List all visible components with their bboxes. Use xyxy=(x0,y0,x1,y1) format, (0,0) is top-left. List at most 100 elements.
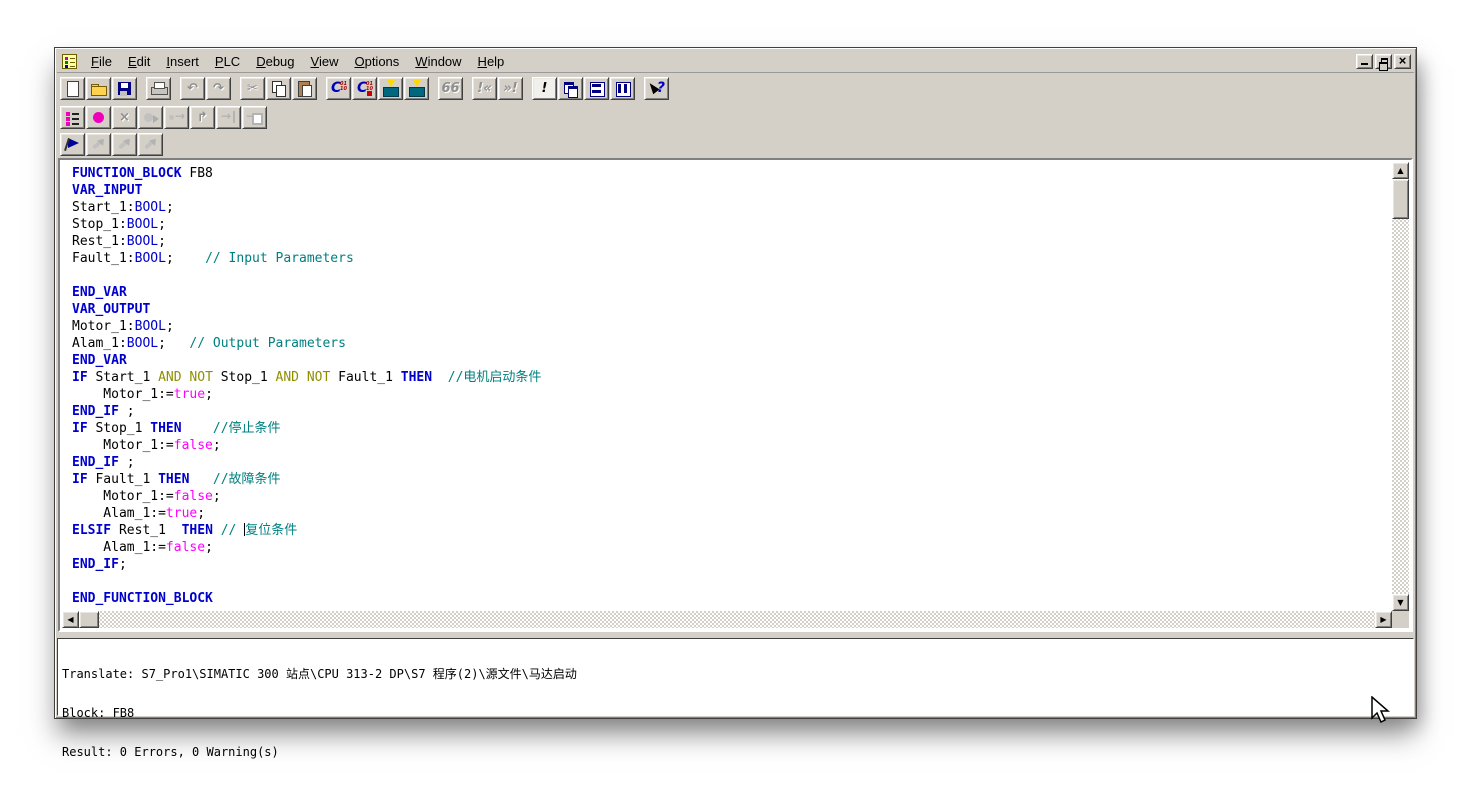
menu-view[interactable]: View xyxy=(303,52,347,71)
compile-all-button[interactable] xyxy=(352,77,377,100)
code-token xyxy=(189,472,212,487)
run-to-cursor-icon xyxy=(168,109,185,126)
menu-options[interactable]: Options xyxy=(346,52,407,71)
control-2-icon xyxy=(116,136,133,153)
control-2-button xyxy=(112,133,137,156)
menu-plc[interactable]: PLC xyxy=(207,52,248,71)
scroll-left-button[interactable]: ◀ xyxy=(62,611,79,628)
paste-button[interactable] xyxy=(292,77,317,100)
tile-vertical-icon xyxy=(614,80,631,97)
code-token: Start_1 xyxy=(88,370,158,385)
scroll-down-button[interactable]: ▼ xyxy=(1392,594,1409,611)
code-line: Alam_1:=true; xyxy=(72,505,1392,522)
code-token: ; xyxy=(158,217,166,232)
menu-edit[interactable]: Edit xyxy=(120,52,158,71)
compile-source-button[interactable] xyxy=(326,77,351,100)
output-line-translate: Translate: S7_Pro1\SIMATIC 300 站点\CPU 31… xyxy=(62,668,1409,681)
menu-window[interactable]: Window xyxy=(407,52,469,71)
help-pointer-button[interactable] xyxy=(644,77,669,100)
save-button[interactable] xyxy=(112,77,137,100)
breakpoints-list-button[interactable] xyxy=(60,106,85,129)
code-line: Motor_1:=true; xyxy=(72,386,1392,403)
code-token: FB8 xyxy=(182,166,213,181)
print-button[interactable] xyxy=(146,77,171,100)
next-error-icon: »! xyxy=(499,78,522,99)
menu-file[interactable]: File xyxy=(83,52,120,71)
set-breakpoint-button[interactable] xyxy=(86,106,111,129)
menu-debug[interactable]: Debug xyxy=(248,52,302,71)
minimize-button[interactable] xyxy=(1356,54,1373,69)
code-token: ; xyxy=(119,557,127,572)
cascade-button[interactable] xyxy=(558,77,583,100)
debug-flag-button[interactable] xyxy=(60,133,85,156)
debug-toolbar: ×↱ xyxy=(57,103,1414,131)
vertical-scroll-thumb[interactable] xyxy=(1392,179,1409,219)
code-text[interactable]: FUNCTION_BLOCK FB8VAR_INPUTStart_1:BOOL;… xyxy=(62,162,1392,611)
undo-button: ↶ xyxy=(180,77,205,100)
horizontal-scroll-thumb[interactable] xyxy=(79,611,99,628)
code-line: Motor_1:BOOL; xyxy=(72,318,1392,335)
scroll-up-button[interactable]: ▲ xyxy=(1392,162,1409,179)
code-token: ; xyxy=(166,251,205,266)
compile-output-pane[interactable]: Translate: S7_Pro1\SIMATIC 300 站点\CPU 31… xyxy=(57,638,1414,716)
tile-vertical-button[interactable] xyxy=(610,77,635,100)
horizontal-scrollbar[interactable]: ◀ ▶ xyxy=(62,611,1392,628)
app-icon[interactable] xyxy=(62,54,77,69)
code-line: END_FUNCTION_BLOCK xyxy=(72,590,1392,607)
print-icon xyxy=(150,80,167,97)
open-button[interactable] xyxy=(86,77,111,100)
code-token: Fault_1 xyxy=(330,370,400,385)
download-modified-icon xyxy=(408,80,425,97)
close-button[interactable]: × xyxy=(1394,54,1411,69)
menu-help[interactable]: Help xyxy=(470,52,513,71)
code-token: AND xyxy=(276,370,299,385)
compile-all-icon xyxy=(356,80,373,97)
tile-horizontal-button[interactable] xyxy=(584,77,609,100)
paste-icon xyxy=(296,80,313,97)
monitor-icon: 66 xyxy=(439,78,462,99)
control-1-button xyxy=(86,133,111,156)
code-token: NOT xyxy=(307,370,330,385)
mode-toolbar xyxy=(57,132,1414,157)
next-error-button: »! xyxy=(498,77,523,100)
scl-editor-window: FileEditInsertPLCDebugViewOptionsWindowH… xyxy=(54,47,1417,719)
code-token: IF xyxy=(72,472,88,487)
compile-button[interactable]: ! xyxy=(532,77,557,100)
control-3-icon xyxy=(142,136,159,153)
prev-error-button: !« xyxy=(472,77,497,100)
copy-icon xyxy=(270,80,287,97)
download-button[interactable] xyxy=(378,77,403,100)
step-out-button xyxy=(242,106,267,129)
download-modified-button[interactable] xyxy=(404,77,429,100)
code-token: Start_1: xyxy=(72,200,135,215)
code-token: VAR_OUTPUT xyxy=(72,302,150,317)
undo-icon: ↶ xyxy=(181,78,204,99)
open-icon xyxy=(90,80,107,97)
code-token: BOOL xyxy=(127,336,158,351)
menu-insert[interactable]: Insert xyxy=(158,52,207,71)
new-button[interactable] xyxy=(60,77,85,100)
vertical-scrollbar[interactable]: ▲ ▼ xyxy=(1392,162,1409,611)
code-token: //电机启动条件 xyxy=(448,370,542,385)
toolbar-separator xyxy=(172,77,180,100)
output-line-result: Result: 0 Errors, 0 Warning(s) xyxy=(62,746,1409,759)
code-token: false xyxy=(166,540,205,555)
code-token xyxy=(299,370,307,385)
copy-button[interactable] xyxy=(266,77,291,100)
mdi-window-buttons: × xyxy=(1356,54,1411,69)
monitor-button: 66 xyxy=(438,77,463,100)
redo-icon: ↷ xyxy=(207,78,230,99)
code-line xyxy=(72,573,1392,590)
code-token: true xyxy=(174,387,205,402)
code-editor-area[interactable]: FUNCTION_BLOCK FB8VAR_INPUTStart_1:BOOL;… xyxy=(58,158,1413,632)
code-token: ; xyxy=(158,336,189,351)
code-token: FUNCTION_BLOCK xyxy=(72,166,182,181)
code-token: false xyxy=(174,489,213,504)
code-token: END_IF xyxy=(72,557,119,572)
scrollbar-corner xyxy=(1392,611,1409,628)
scroll-right-button[interactable]: ▶ xyxy=(1375,611,1392,628)
restore-button[interactable] xyxy=(1375,54,1392,69)
step-into-button xyxy=(216,106,241,129)
code-token: Fault_1 xyxy=(88,472,158,487)
code-token: ; xyxy=(205,387,213,402)
